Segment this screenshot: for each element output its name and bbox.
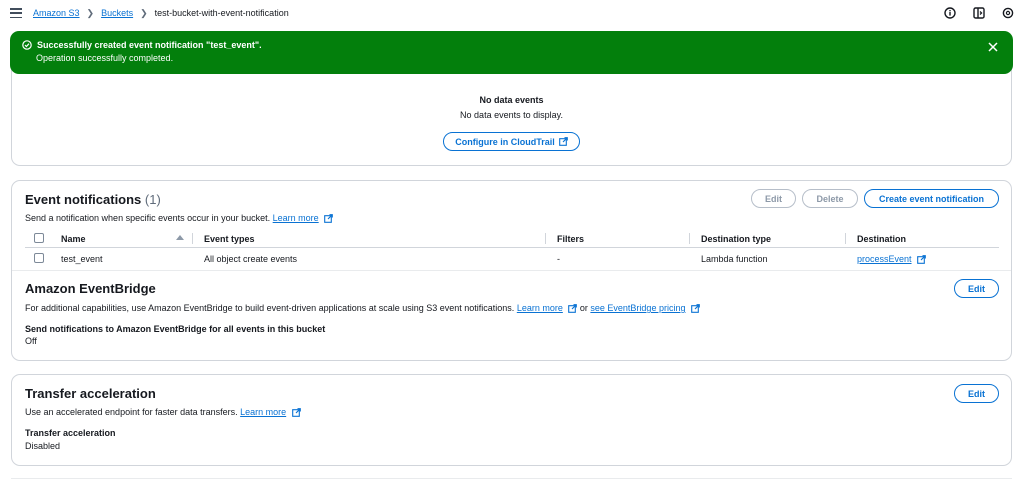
event-notifications-container: Event notifications (1) Edit Delete Crea… — [11, 180, 1012, 361]
external-link-icon — [324, 214, 334, 223]
create-event-notification-button[interactable]: Create event notification — [864, 189, 999, 208]
eventbridge-setting-value: Off — [25, 336, 37, 346]
event-notifications-description: Send a notification when specific events… — [25, 213, 334, 223]
column-header-destination[interactable]: Destination — [857, 234, 906, 244]
cell-destination: processEvent — [857, 254, 926, 264]
column-header-destination-type[interactable]: Destination type — [701, 234, 771, 244]
breadcrumb-separator-icon: ❯ — [140, 7, 148, 18]
transfer-acceleration-setting-value: Disabled — [25, 441, 61, 451]
eventbridge-setting-label: Send notifications to Amazon EventBridge… — [25, 324, 326, 334]
column-separator[interactable] — [845, 233, 846, 244]
column-separator[interactable] — [545, 233, 546, 244]
eventbridge-edit-button[interactable]: Edit — [954, 279, 999, 298]
external-link-icon — [568, 304, 578, 313]
column-header-name[interactable]: Name — [61, 234, 86, 244]
event-notifications-heading: Event notifications (1) — [25, 192, 161, 207]
or-text: or — [579, 303, 588, 313]
data-events-container: No data events No data events to display… — [11, 60, 1012, 166]
table-row: test_event All object create events - La… — [25, 249, 999, 269]
top-navigation-bar: Amazon S3 ❯ Buckets ❯ test-bucket-with-e… — [0, 0, 1024, 26]
edit-button[interactable]: Edit — [751, 189, 796, 208]
row-select-checkbox[interactable] — [34, 253, 44, 263]
transfer-acceleration-setting-label: Transfer acceleration — [25, 428, 116, 438]
transfer-acceleration-container: Transfer acceleration Edit Use an accele… — [11, 374, 1012, 466]
no-data-events-title: No data events — [479, 95, 544, 105]
close-icon[interactable] — [987, 41, 999, 53]
flash-title: Successfully created event notification … — [37, 40, 262, 50]
eventbridge-description: For additional capabilities, use Amazon … — [25, 303, 700, 313]
configure-in-cloudtrail-button[interactable]: Configure in CloudTrail — [443, 132, 580, 151]
transfer-acceleration-edit-button[interactable]: Edit — [954, 384, 999, 403]
panel-icon[interactable] — [972, 6, 985, 19]
table-header: Name Event types Filters Destination typ… — [25, 230, 999, 248]
eventbridge-heading: Amazon EventBridge — [25, 281, 156, 296]
menu-icon[interactable] — [10, 8, 22, 18]
transfer-acceleration-heading: Transfer acceleration — [25, 386, 156, 401]
cell-filters: - — [557, 254, 560, 264]
flash-message: Operation successfully completed. — [36, 53, 174, 63]
eventbridge-pricing-link[interactable]: see EventBridge pricing — [590, 303, 685, 313]
transfer-acceleration-description: Use an accelerated endpoint for faster d… — [25, 407, 301, 417]
column-separator[interactable] — [689, 233, 690, 244]
no-data-events-message: No data events to display. — [460, 110, 563, 120]
breadcrumb-amazon-s3[interactable]: Amazon S3 — [33, 8, 80, 18]
breadcrumb-buckets[interactable]: Buckets — [101, 8, 133, 18]
settings-icon[interactable] — [1001, 6, 1014, 19]
cell-name: test_event — [61, 254, 103, 264]
breadcrumb-current: test-bucket-with-event-notification — [154, 8, 289, 18]
breadcrumb-separator-icon: ❯ — [86, 7, 95, 18]
column-header-event-types[interactable]: Event types — [204, 234, 255, 244]
column-separator[interactable] — [192, 233, 193, 244]
select-all-checkbox[interactable] — [34, 233, 44, 243]
external-link-icon — [691, 304, 700, 313]
destination-link[interactable]: processEvent — [857, 254, 912, 264]
success-icon — [22, 40, 32, 50]
external-link-icon — [917, 255, 926, 264]
event-notifications-count: (1) — [144, 192, 161, 207]
cell-destination-type: Lambda function — [701, 254, 768, 264]
transfer-acceleration-learn-more-link[interactable]: Learn more — [240, 407, 286, 417]
learn-more-link[interactable]: Learn more — [273, 213, 319, 223]
eventbridge-learn-more-link[interactable]: Learn more — [517, 303, 563, 313]
external-link-icon — [291, 408, 301, 417]
delete-button[interactable]: Delete — [802, 189, 858, 208]
section-divider — [12, 270, 1011, 271]
external-link-icon — [558, 137, 568, 146]
sort-ascending-icon[interactable] — [176, 235, 184, 240]
next-section-edge — [11, 478, 1012, 479]
success-flash-banner: Successfully created event notification … — [10, 31, 1013, 74]
cell-event-types: All object create events — [204, 254, 298, 264]
column-header-filters[interactable]: Filters — [557, 234, 584, 244]
configure-in-cloudtrail-label: Configure in CloudTrail — [455, 136, 555, 147]
info-icon[interactable] — [943, 6, 956, 19]
